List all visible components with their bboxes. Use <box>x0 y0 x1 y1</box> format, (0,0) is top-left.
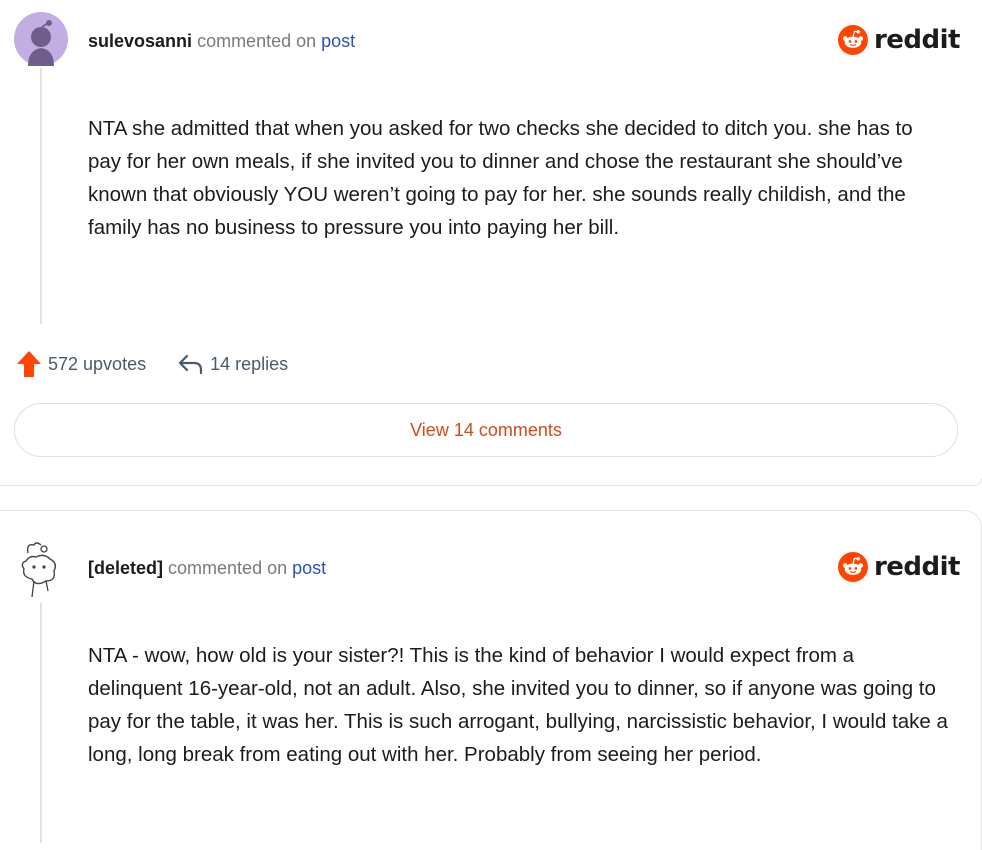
replies-button[interactable]: 14 replies <box>178 353 288 375</box>
thread-line <box>40 603 42 843</box>
deleted-user-avatar <box>14 539 68 598</box>
card-divider <box>0 478 982 486</box>
reddit-logo[interactable]: reddit <box>838 547 961 587</box>
snoo-avatar-icon <box>14 12 68 66</box>
comment-body: NTA - wow, how old is your sister?! This… <box>88 644 948 766</box>
username: [deleted] <box>88 558 164 578</box>
comment-body: NTA she admitted that when you asked for… <box>88 117 913 239</box>
comment-header: [deleted] commented on post <box>88 557 326 579</box>
reddit-wordmark: reddit <box>873 552 961 582</box>
comment-actions: 572 upvotes 14 replies <box>16 348 288 380</box>
upvote-button[interactable]: 572 upvotes <box>16 350 146 378</box>
comment-card: sulevosanni commented on post reddit NTA… <box>0 0 982 486</box>
upvote-count: 572 upvotes <box>48 353 147 374</box>
post-link[interactable]: post <box>292 558 326 578</box>
view-comments-button[interactable]: View 14 comments <box>14 403 958 457</box>
reddit-logo-icon <box>838 25 868 55</box>
commented-label: commented on <box>168 558 288 578</box>
username[interactable]: sulevosanni <box>88 31 192 51</box>
thread-line <box>40 68 42 324</box>
reddit-wordmark: reddit <box>873 25 961 55</box>
comment-header: sulevosanni commented on post <box>88 30 355 52</box>
reddit-logo-icon <box>838 552 868 582</box>
replies-count: 14 replies <box>210 353 289 374</box>
reddit-logo[interactable]: reddit <box>838 20 961 60</box>
commented-label: commented on <box>197 31 317 51</box>
reply-arrow-icon <box>178 354 203 375</box>
upvote-arrow-icon <box>17 351 41 377</box>
post-link[interactable]: post <box>321 31 355 51</box>
comment-card: [deleted] commented on post reddit NTA -… <box>0 510 982 850</box>
deleted-user-avatar-icon <box>21 542 57 598</box>
user-avatar[interactable] <box>14 12 68 66</box>
